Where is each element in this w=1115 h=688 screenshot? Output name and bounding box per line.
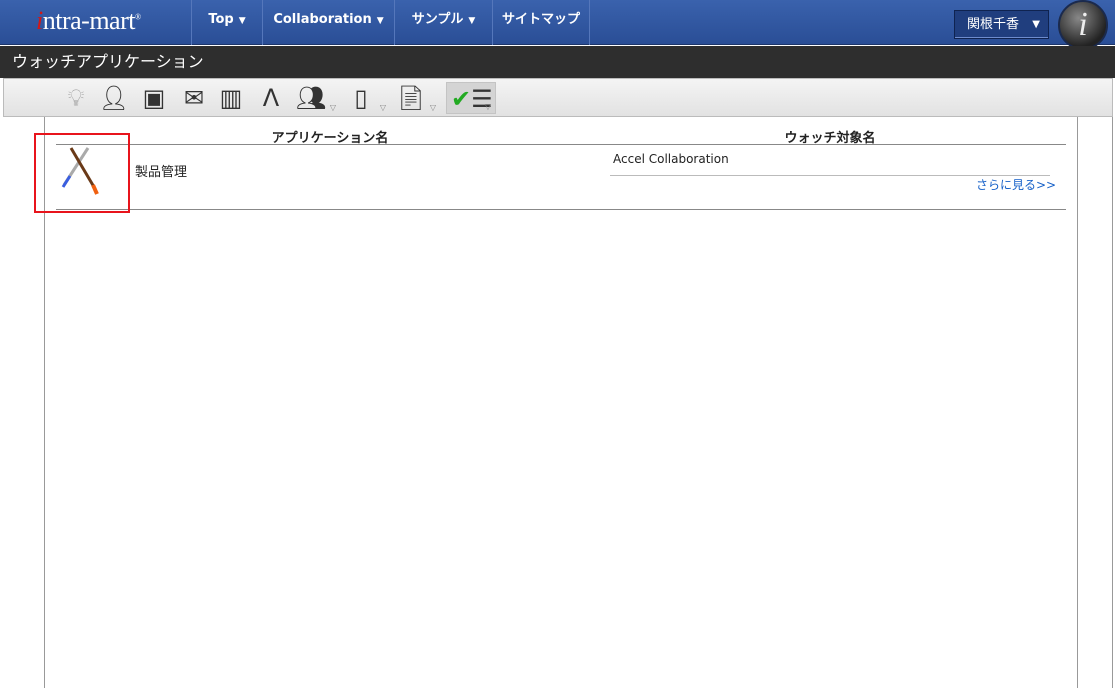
header-divider [56,144,1066,145]
nav-collaboration[interactable]: Collaboration ▼ [262,0,394,45]
caret-down-icon: ▼ [468,16,476,26]
app-name[interactable]: 製品管理 [135,161,187,180]
caret-down-icon: ▼ [376,16,384,26]
intra-mart-logo[interactable]: intra-mart® [36,6,141,36]
nav-top[interactable]: Top ▼ [191,0,262,45]
nav-sitemap[interactable]: サイトマップ [492,0,590,45]
group-icon[interactable]: 👥︎ ▽ [294,82,336,114]
nav-label: Collaboration [273,12,372,27]
building-icon[interactable]: ▥ [214,82,248,114]
nav-label: Top [208,12,234,27]
lightbulb-icon[interactable]: 💡︎ [59,82,93,114]
user-menu-button[interactable]: 関根千香 ▼ [954,10,1049,39]
compass-icon[interactable]: Λ [254,82,288,114]
see-more-link[interactable]: さらに見る>> [976,176,1056,193]
page-border [1112,117,1113,688]
page-title: ウォッチアプリケーション [0,46,1115,78]
box-icon[interactable]: ▣ [137,82,171,114]
highlight-box [34,133,130,213]
nav-sample[interactable]: サンプル ▼ [394,0,492,45]
nav-label: サンプル [411,12,464,27]
mail-icon[interactable]: ✉ [177,82,211,114]
watch-target[interactable]: Accel Collaboration [613,152,729,166]
dropdown-arrow-icon[interactable]: ▽ [330,104,336,112]
dropdown-arrow-icon[interactable]: ▽ [380,104,386,112]
document-pin-icon[interactable]: 📄︎ ▽ [394,82,436,114]
content-panel [44,117,1078,688]
dropdown-arrow-icon[interactable]: ▽ [430,104,436,112]
person-icon[interactable]: 👤︎ [97,82,131,114]
checklist-icon[interactable]: ✔☰ ▽ [446,82,496,114]
nav-label: サイトマップ [501,12,580,27]
user-name: 関根千香 [967,17,1020,32]
dropdown-arrow-icon[interactable]: ▽ [485,103,491,111]
global-header: intra-mart® Top ▼ Collaboration ▼ サンプル ▼ サイ… [0,0,1115,50]
clipboard-person-icon[interactable]: ▯ ▽ [344,82,386,114]
row-divider [56,209,1066,210]
caret-down-icon: ▼ [238,16,246,26]
intra-mart-i-icon[interactable]: i [1058,0,1108,50]
app-toolbar: 💡︎ 👤︎ ▣ ✉ ▥ Λ 👥︎ ▽ ▯ ▽ 📄︎ ▽ ✔☰ ▽ [3,78,1113,117]
caret-down-icon: ▼ [1032,19,1040,30]
